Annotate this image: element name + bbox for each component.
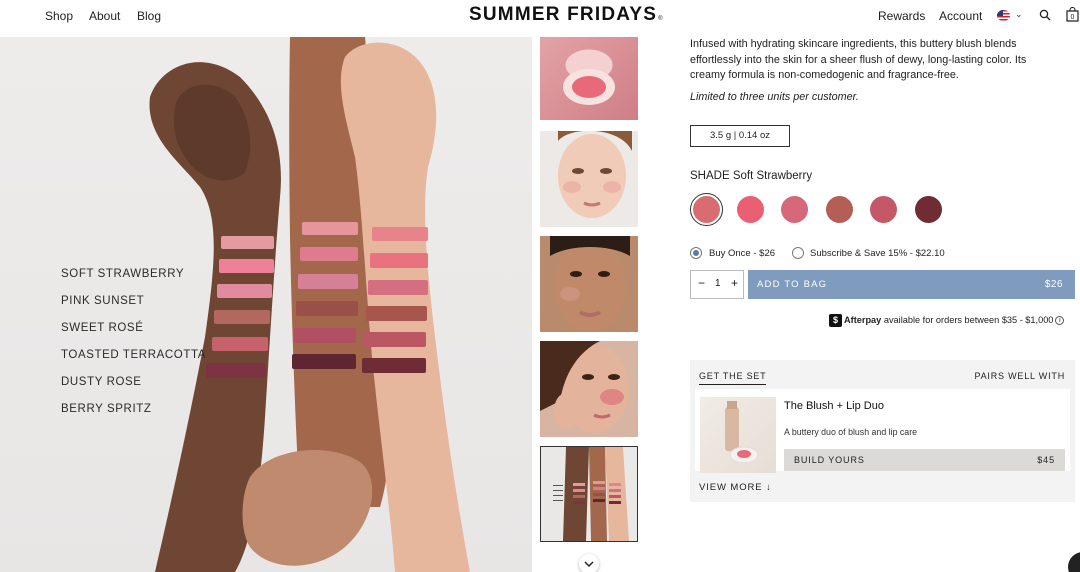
thumbnail-compact[interactable] (540, 37, 638, 120)
chevron-down-icon[interactable]: ⌄ (1015, 9, 1023, 20)
get-the-set-card: GET THE SET PAIRS WELL WITH The Blush + … (690, 360, 1075, 502)
model-portrait-image (540, 341, 638, 437)
blush-compact-image (563, 48, 615, 105)
swatch-thumbnail-image (541, 447, 637, 541)
shade-label-prefix: SHADE (690, 170, 730, 182)
shade-selected-name: Soft Strawberry (732, 170, 813, 182)
hero-shade-list: SOFT STRAWBERRY PINK SUNSET SWEET ROSÉ T… (61, 267, 206, 429)
build-yours-label: BUILD YOURS (794, 455, 865, 465)
afterpay-logo-icon: $ (829, 314, 842, 327)
nav-about[interactable]: About (89, 9, 120, 23)
afterpay-brand: Afterpay (844, 314, 882, 325)
site-header: Shop About Blog SUMMER FRIDAYS® Rewards … (0, 0, 1080, 34)
add-to-bag-label: ADD TO BAG (757, 279, 828, 290)
afterpay-text: available for orders between $35 - $1,00… (883, 314, 1054, 325)
set-product-image[interactable] (700, 397, 776, 473)
add-to-bag-button[interactable]: ADD TO BAG $26 (748, 270, 1075, 299)
nav-account[interactable]: Account (939, 9, 982, 23)
shade-label: SHADE Soft Strawberry (690, 170, 812, 182)
hero-shade-label: TOASTED TERRACOTTA (61, 349, 206, 361)
subscribe-radio[interactable] (792, 247, 804, 259)
registered-mark: ® (658, 16, 664, 22)
product-description: Infused with hydrating skincare ingredie… (690, 38, 1027, 81)
chat-widget-button[interactable] (1068, 552, 1080, 572)
afterpay-message: $ Afterpay available for orders between $… (829, 314, 1065, 327)
cart-count: 0 (1071, 14, 1075, 21)
model-portrait-image (540, 236, 638, 332)
us-flag-icon[interactable] (997, 10, 1010, 21)
model-portrait-image (540, 131, 638, 227)
view-more-link[interactable]: VIEW MORE ↓ (699, 482, 772, 493)
quantity-decrease-button[interactable]: − (698, 276, 705, 290)
hero-shade-label: DUSTY ROSE (61, 376, 142, 388)
search-icon[interactable] (1039, 9, 1051, 21)
tab-get-the-set[interactable]: GET THE SET (699, 371, 767, 385)
duo-product-image (725, 401, 759, 464)
set-subtitle: A buttery duo of blush and lip care (784, 427, 918, 437)
brand-logo[interactable]: SUMMER FRIDAYS® (469, 4, 664, 26)
swatch-sweet-rose[interactable] (781, 196, 808, 223)
chevron-down-icon (584, 561, 594, 568)
hero-product-image: SOFT STRAWBERRY PINK SUNSET SWEET ROSÉ T… (0, 37, 532, 572)
quantity-increase-button[interactable]: + (731, 276, 738, 290)
quantity-value[interactable]: 1 (715, 278, 721, 289)
nav-rewards[interactable]: Rewards (878, 9, 925, 23)
info-icon[interactable]: i (1055, 316, 1065, 325)
buy-once-radio[interactable] (690, 247, 702, 259)
hero-shade-label: PINK SUNSET (61, 295, 145, 307)
thumbnails-scroll-down-button[interactable] (579, 554, 599, 572)
thumbnail-swatches[interactable] (540, 446, 638, 542)
hero-shade-label: SOFT STRAWBERRY (61, 268, 185, 280)
add-to-bag-price: $26 (1044, 279, 1063, 290)
subscribe-label[interactable]: Subscribe & Save 15% - $22.10 (810, 248, 945, 259)
swatch-soft-strawberry[interactable] (693, 196, 720, 223)
swatch-berry-spritz[interactable] (915, 196, 942, 223)
quantity-stepper: − 1 + (690, 270, 744, 299)
thumbnail-model-2[interactable] (540, 236, 638, 332)
size-option[interactable]: 3.5 g | 0.14 oz (690, 125, 790, 147)
set-product-item: The Blush + Lip Duo A buttery duo of blu… (695, 389, 1070, 473)
nav-shop[interactable]: Shop (45, 9, 73, 23)
hero-shade-label: BERRY SPRITZ (61, 403, 152, 415)
swatch-dusty-rose[interactable] (870, 196, 897, 223)
set-title[interactable]: The Blush + Lip Duo (784, 400, 884, 412)
buy-once-label[interactable]: Buy Once - $26 (709, 248, 775, 259)
thumbnail-model-1[interactable] (540, 131, 638, 227)
purchase-limit-note: Limited to three units per customer. (690, 91, 859, 103)
hero-shade-label: SWEET ROSÉ (61, 322, 144, 334)
thumbnail-model-3[interactable] (540, 341, 638, 437)
nav-blog[interactable]: Blog (137, 9, 161, 23)
tab-pairs-well-with[interactable]: PAIRS WELL WITH (974, 371, 1065, 381)
bag-icon[interactable]: 0 (1066, 7, 1079, 22)
build-yours-price: $45 (1037, 455, 1055, 465)
arrow-down-icon: ↓ (766, 482, 772, 493)
swatch-toasted-terracotta[interactable] (826, 196, 853, 223)
brand-logo-text: SUMMER FRIDAYS (469, 4, 658, 25)
swatch-pink-sunset[interactable] (737, 196, 764, 223)
view-more-label: VIEW MORE (699, 482, 763, 493)
build-yours-button[interactable]: BUILD YOURS $45 (784, 449, 1065, 471)
